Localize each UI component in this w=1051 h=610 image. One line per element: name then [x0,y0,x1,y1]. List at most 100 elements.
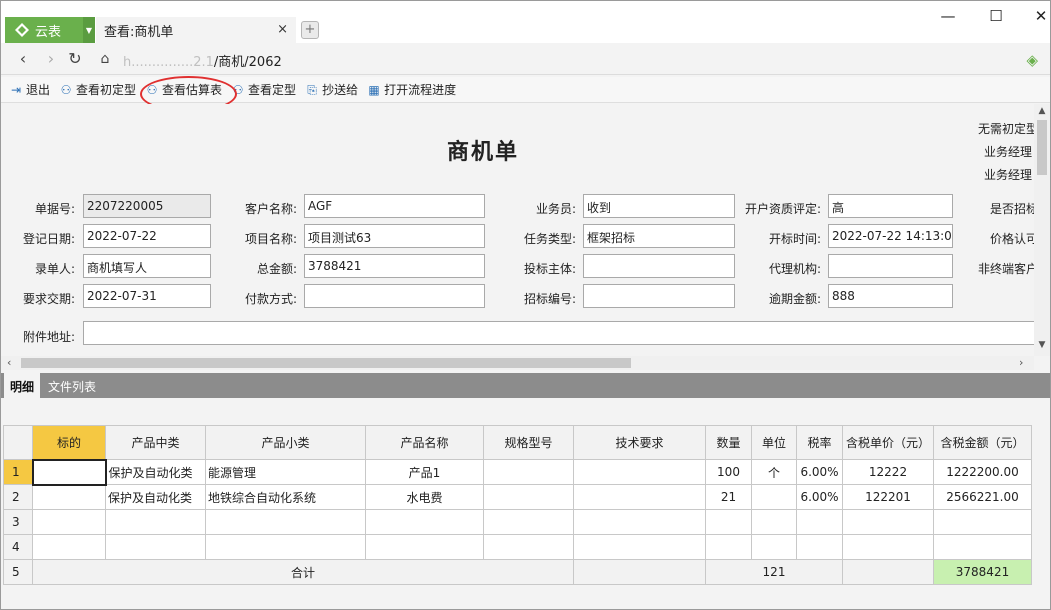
extension-icon[interactable]: ◈ [1026,51,1038,69]
scroll-left-icon[interactable]: ‹ [7,356,11,369]
entry-person-field[interactable]: 商机填写人 [83,254,211,278]
form-vertical-scrollbar[interactable]: ▲ ▼ [1034,104,1050,356]
table-row[interactable]: 3 [3,509,1032,535]
home-icon[interactable]: ⌂ [95,49,115,69]
grid-cell[interactable] [105,534,206,560]
grid-cell[interactable]: 地铁综合自动化系统 [205,484,366,510]
agency-field[interactable] [828,254,953,278]
view-initial-button[interactable]: ⚇ 查看初定型 [59,81,136,98]
grid-cell[interactable] [933,534,1032,560]
tab-file-list[interactable]: 文件列表 [42,373,102,398]
grid-cell[interactable] [483,459,574,485]
grid-cell[interactable]: 2566221.00 [933,484,1032,510]
col-header[interactable]: 含税单价（元） [842,425,934,460]
forward-icon[interactable]: › [41,49,61,69]
grid-cell[interactable] [483,534,574,560]
bid-open-time-field[interactable]: 2022-07-22 14:13:06 [828,224,953,248]
table-row[interactable]: 4 [3,534,1032,560]
table-row[interactable]: 2 保护及自动化类 地铁综合自动化系统 水电费 21 6.00% 122201 … [3,484,1032,510]
bid-subject-field[interactable] [583,254,735,278]
grid-cell[interactable]: 100 [705,459,752,485]
grid-cell[interactable] [483,484,574,510]
scroll-down-icon[interactable]: ▼ [1034,340,1050,350]
project-field[interactable]: 项目测试63 [304,224,485,248]
table-row[interactable]: 1 保护及自动化类 能源管理 产品1 100 个 6.00% 12222 122… [3,458,1032,486]
form-horizontal-scrollbar[interactable]: ‹ › [1,356,1034,370]
col-header[interactable]: 含税金额（元） [933,425,1032,460]
grid-cell[interactable] [105,509,206,535]
scroll-thumb-horizontal[interactable] [21,358,631,368]
url-field[interactable]: h...............2.1/商机/2062 [123,51,282,70]
col-header[interactable]: 产品名称 [365,425,484,460]
grid-cell[interactable] [796,509,843,535]
view-final-button[interactable]: ⚇ 查看定型 [231,81,296,98]
grid-cell[interactable] [573,484,706,510]
row-number[interactable]: 3 [3,509,33,535]
grid-cell[interactable] [31,458,107,486]
col-header[interactable]: 产品小类 [205,425,366,460]
grid-cell[interactable] [933,509,1032,535]
grid-cell[interactable] [365,509,484,535]
grid-cell[interactable]: 122201 [842,484,934,510]
maximize-button[interactable]: ☐ [986,7,1006,25]
tab-detail[interactable]: 明细 [4,373,41,398]
grid-cell[interactable]: 12222 [842,459,934,485]
grid-cell[interactable] [751,509,797,535]
task-type-field[interactable]: 框架招标 [583,224,735,248]
customer-field[interactable]: AGF [304,194,485,218]
grid-cell[interactable] [205,534,366,560]
col-header[interactable]: 产品中类 [105,425,206,460]
qualification-field[interactable]: 高 [828,194,953,218]
cc-button[interactable]: ⎘ 抄送给 [305,81,358,98]
grid-cell[interactable]: 6.00% [796,484,843,510]
row-number[interactable]: 5 [3,559,33,585]
grid-cell[interactable]: 水电费 [365,484,484,510]
grid-cell[interactable] [705,534,752,560]
col-header[interactable]: 税率 [796,425,843,460]
grid-cell[interactable]: 个 [751,459,797,485]
exit-button[interactable]: ⇥ 退出 [9,81,50,98]
grid-cell[interactable] [842,509,934,535]
grid-cell[interactable] [32,484,106,510]
close-tab-icon[interactable]: × [277,22,288,37]
col-header[interactable]: 规格型号 [483,425,574,460]
grid-cell[interactable] [573,509,706,535]
tender-no-field[interactable] [583,284,735,308]
scroll-thumb[interactable] [1037,120,1047,175]
attachment-field[interactable] [83,321,1036,345]
back-icon[interactable]: ‹ [13,49,33,69]
col-header[interactable]: 技术要求 [573,425,706,460]
grid-cell[interactable] [842,534,934,560]
row-number[interactable]: 1 [3,459,33,485]
grid-cell[interactable] [32,534,106,560]
open-flow-button[interactable]: ▦ 打开流程进度 [367,81,456,98]
grid-cell[interactable] [205,509,366,535]
col-header[interactable]: 标的 [32,425,106,460]
grid-cell[interactable] [573,534,706,560]
scroll-up-icon[interactable]: ▲ [1034,106,1050,116]
grid-cell[interactable]: 保护及自动化类 [105,484,206,510]
grid-cell[interactable] [751,484,797,510]
grid-cell[interactable]: 产品1 [365,459,484,485]
grid-cell[interactable]: 1222200.00 [933,459,1032,485]
row-number[interactable]: 2 [3,484,33,510]
overdue-amount-field[interactable]: 888 [828,284,953,308]
grid-cell[interactable]: 保护及自动化类 [105,459,206,485]
grid-cell[interactable]: 能源管理 [205,459,366,485]
grid-cell[interactable] [751,534,797,560]
col-header[interactable]: 数量 [705,425,752,460]
payment-field[interactable] [304,284,485,308]
grid-cell[interactable] [32,509,106,535]
refresh-icon[interactable]: ↻ [65,49,85,69]
scroll-right-icon[interactable]: › [1019,356,1023,369]
app-tab[interactable]: 云表 [5,17,83,43]
col-header[interactable]: 单位 [751,425,797,460]
tab-page[interactable]: 查看:商机单 × [96,17,296,43]
new-tab-button[interactable]: + [301,21,319,39]
grid-cell[interactable] [705,509,752,535]
row-number[interactable]: 4 [3,534,33,560]
grid-cell[interactable] [573,459,706,485]
grid-cell[interactable] [365,534,484,560]
req-delivery-field[interactable]: 2022-07-31 [83,284,211,308]
app-dropdown-icon[interactable]: ▼ [83,17,95,43]
